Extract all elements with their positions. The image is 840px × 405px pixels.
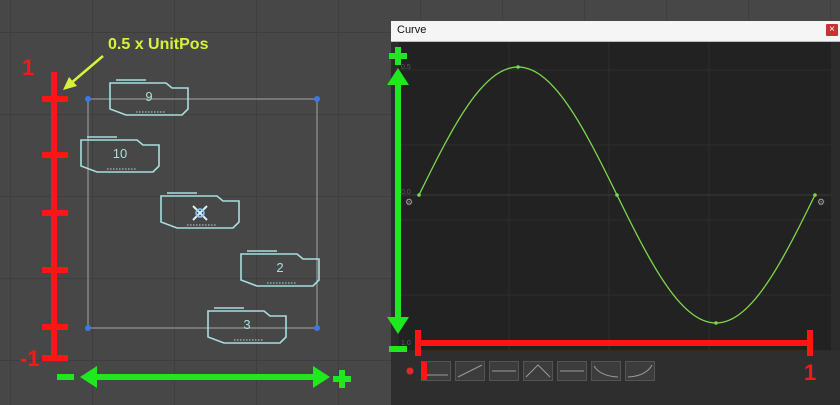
curve-annotation-overlay [387,47,813,380]
range-end-label: 1 [804,360,817,385]
red-horizontal-ruler [415,330,813,380]
green-vertical-arrow [387,47,409,352]
